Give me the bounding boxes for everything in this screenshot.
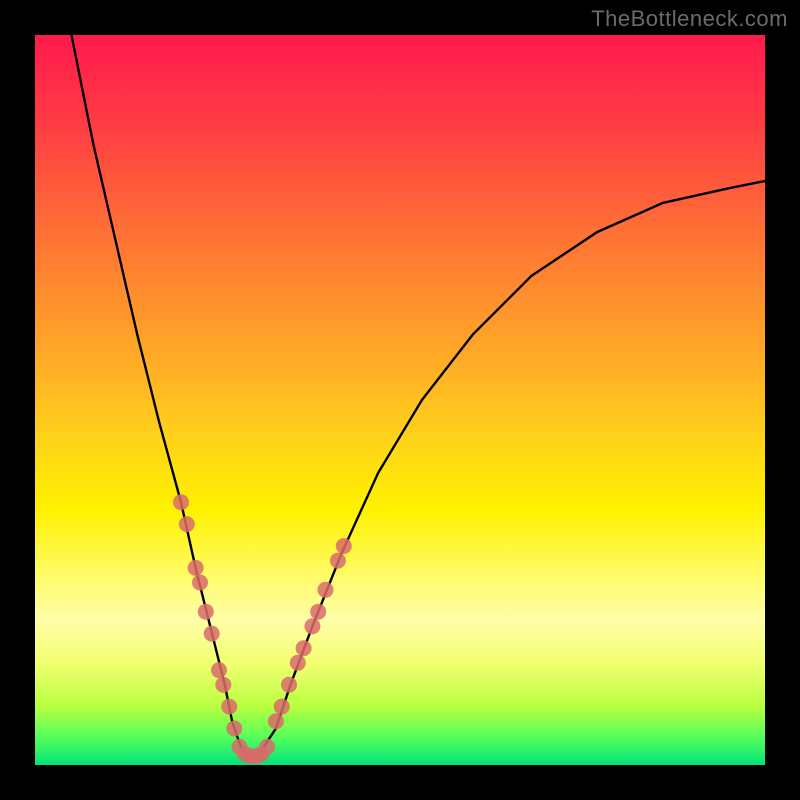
data-marker	[173, 494, 189, 510]
chart-svg	[35, 35, 765, 765]
plot-area	[35, 35, 765, 765]
data-marker	[221, 699, 237, 715]
data-marker	[268, 713, 284, 729]
data-marker	[318, 582, 334, 598]
data-marker	[310, 604, 326, 620]
data-marker	[198, 604, 214, 620]
data-marker	[281, 677, 297, 693]
data-marker	[304, 618, 320, 634]
data-marker	[188, 560, 204, 576]
data-marker	[226, 721, 242, 737]
data-marker	[274, 699, 290, 715]
data-marker	[290, 655, 306, 671]
data-marker	[259, 739, 275, 755]
bottleneck-curve	[72, 35, 766, 758]
data-marker	[211, 662, 227, 678]
marker-layer	[173, 494, 352, 764]
chart-container: TheBottleneck.com	[0, 0, 800, 800]
data-marker	[204, 626, 220, 642]
data-marker	[296, 640, 312, 656]
data-marker	[192, 575, 208, 591]
data-marker	[179, 516, 195, 532]
data-marker	[215, 677, 231, 693]
data-marker	[330, 553, 346, 569]
watermark-text: TheBottleneck.com	[591, 6, 788, 32]
data-marker	[336, 538, 352, 554]
